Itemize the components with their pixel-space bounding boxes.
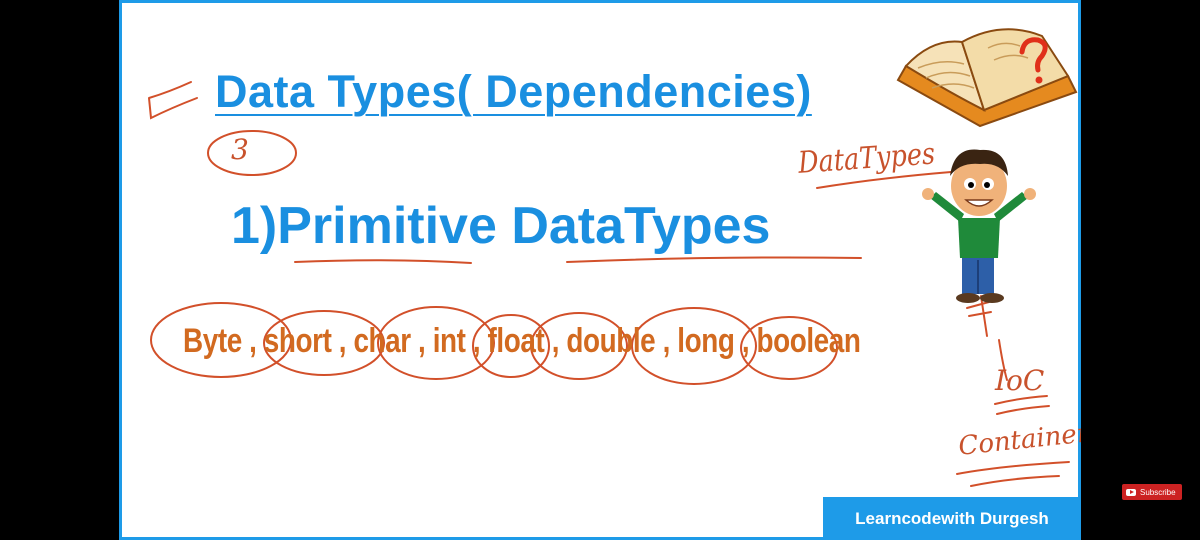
circled-number-note: 3 — [231, 133, 249, 166]
ioc-handwritten-note: IoC — [995, 364, 1045, 397]
channel-branding: Learncodewith Durgesh — [823, 497, 1081, 540]
slide-subtitle: 1)Primitive DataTypes — [231, 197, 771, 255]
subscribe-button[interactable]: Subscribe — [1122, 484, 1182, 500]
number-circle-annotation — [207, 130, 297, 176]
open-book-question-icon — [896, 28, 1078, 128]
primitive-types-list: Byte , short , char , int , float , doub… — [183, 322, 861, 360]
container-handwritten-note: Container — [957, 418, 1081, 462]
cartoon-boy-icon — [922, 149, 1036, 303]
subscribe-label: Subscribe — [1140, 487, 1176, 497]
check-mark-annotation — [148, 81, 198, 120]
datatypes-underline — [566, 256, 862, 263]
container-underline — [956, 461, 1070, 487]
video-slide: Data Types( Dependencies) 3 1)Primitive … — [119, 0, 1081, 540]
ioc-underline — [994, 395, 1050, 415]
primitive-underline — [294, 259, 472, 264]
slide-title: Data Types( Dependencies) — [215, 66, 812, 117]
youtube-play-icon — [1126, 488, 1136, 496]
